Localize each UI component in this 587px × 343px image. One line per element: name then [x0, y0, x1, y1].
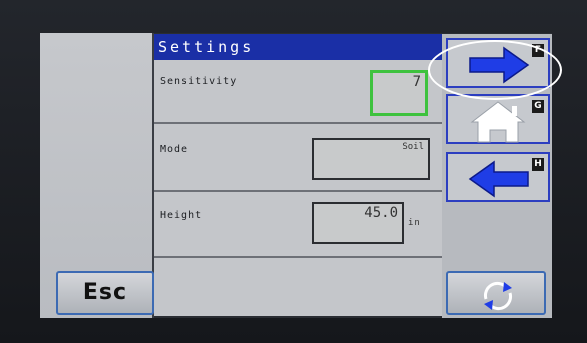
mode-value-field[interactable]: Soil	[312, 138, 430, 180]
page-title: Settings	[154, 34, 442, 60]
sensitivity-value: 7	[412, 74, 421, 90]
sensitivity-label: Sensitivity	[160, 76, 238, 87]
back-button[interactable]: H	[446, 152, 550, 202]
key-f-badge: F	[532, 44, 544, 57]
refresh-button[interactable]	[446, 271, 546, 315]
esc-button[interactable]: Esc	[56, 271, 154, 315]
setting-row-empty	[154, 258, 442, 316]
settings-list: Sensitivity 7 Mode Soil Height 45.0 in	[154, 60, 442, 316]
height-label: Height	[160, 210, 203, 221]
next-button[interactable]: F	[446, 38, 550, 88]
height-value-field[interactable]: 45.0	[312, 202, 404, 244]
key-g-badge: G	[532, 100, 544, 113]
setting-row-sensitivity[interactable]: Sensitivity 7	[154, 60, 442, 124]
sensitivity-value-field[interactable]: 7	[370, 70, 428, 116]
height-unit: in	[408, 218, 421, 228]
mode-label: Mode	[160, 144, 189, 155]
home-button[interactable]: G	[446, 94, 550, 144]
refresh-icon	[483, 281, 513, 311]
setting-row-height[interactable]: Height 45.0 in	[154, 194, 442, 258]
height-value: 45.0	[364, 205, 398, 221]
key-h-badge: H	[532, 158, 544, 171]
setting-row-mode[interactable]: Mode Soil	[154, 128, 442, 192]
mode-value: Soil	[402, 142, 424, 152]
